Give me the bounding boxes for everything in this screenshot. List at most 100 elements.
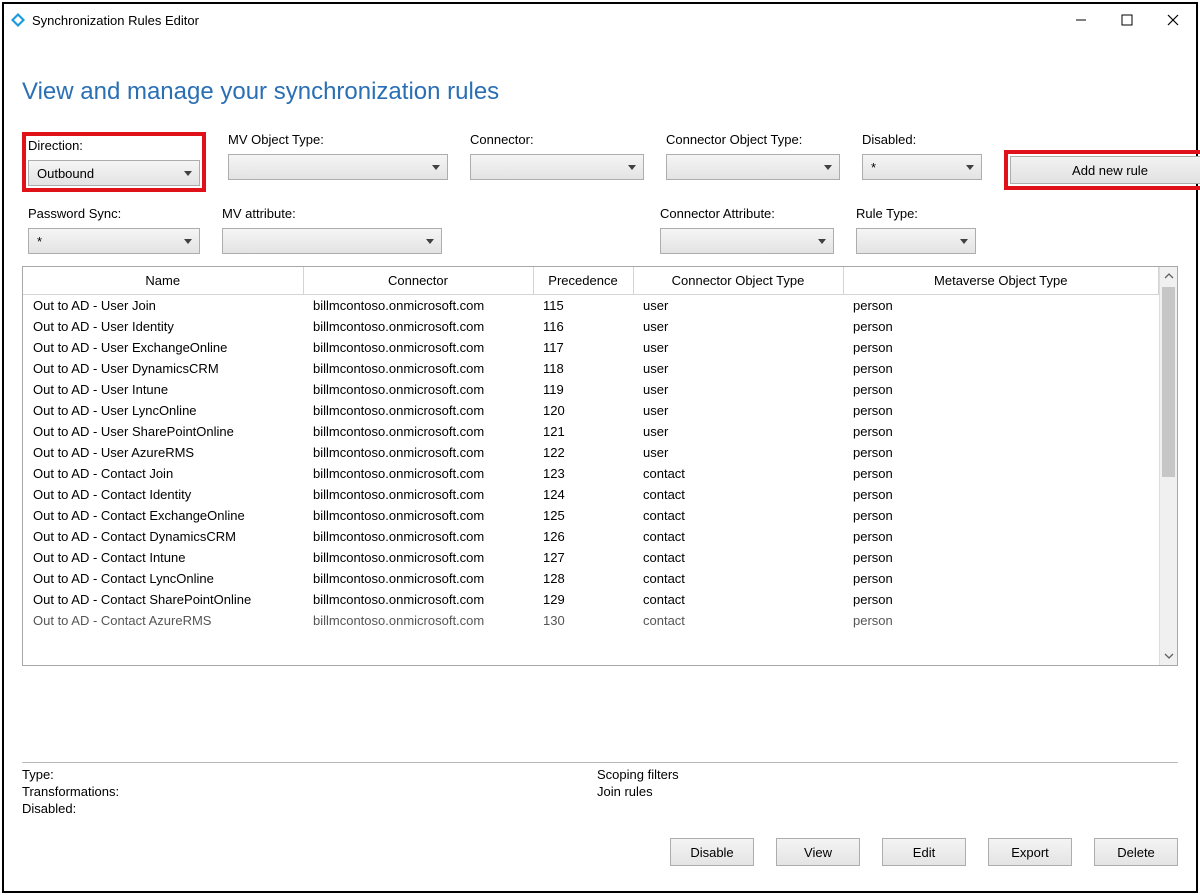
table-row[interactable]: Out to AD - User SharePointOnlinebillmco… <box>23 421 1159 442</box>
rule-type-label: Rule Type: <box>856 206 976 224</box>
cell-precedence: 117 <box>533 337 633 358</box>
cell-name: Out to AD - Contact Intune <box>23 547 303 568</box>
table-row[interactable]: Out to AD - Contact AzureRMSbillmcontoso… <box>23 610 1159 631</box>
delete-button[interactable]: Delete <box>1094 838 1178 866</box>
titlebar: Synchronization Rules Editor <box>4 4 1196 36</box>
detail-type-label: Type: <box>22 767 597 782</box>
filter-row-1: Direction: Outbound MV Object Type: Conn… <box>22 132 1178 192</box>
table-row[interactable]: Out to AD - User AzureRMSbillmcontoso.on… <box>23 442 1159 463</box>
cell-name: Out to AD - Contact LyncOnline <box>23 568 303 589</box>
mv-attribute-dropdown[interactable] <box>222 228 442 254</box>
connector-attribute-dropdown[interactable] <box>660 228 834 254</box>
cell-name: Out to AD - User DynamicsCRM <box>23 358 303 379</box>
disabled-label: Disabled: <box>862 132 982 150</box>
password-sync-value: * <box>37 234 42 249</box>
mv-attribute-label: MV attribute: <box>222 206 442 224</box>
cell-mot: person <box>843 568 1159 589</box>
direction-value: Outbound <box>37 166 94 181</box>
cell-precedence: 124 <box>533 484 633 505</box>
table-row[interactable]: Out to AD - Contact Joinbillmcontoso.onm… <box>23 463 1159 484</box>
add-new-rule-button[interactable]: Add new rule <box>1010 156 1200 184</box>
cell-precedence: 121 <box>533 421 633 442</box>
col-precedence[interactable]: Precedence <box>533 267 633 295</box>
cell-connector: billmcontoso.onmicrosoft.com <box>303 358 533 379</box>
minimize-button[interactable] <box>1058 4 1104 36</box>
cell-name: Out to AD - User AzureRMS <box>23 442 303 463</box>
cell-connector: billmcontoso.onmicrosoft.com <box>303 316 533 337</box>
table-row[interactable]: Out to AD - Contact ExchangeOnlinebillmc… <box>23 505 1159 526</box>
cell-cot: contact <box>633 547 843 568</box>
cell-mot: person <box>843 484 1159 505</box>
cell-name: Out to AD - Contact SharePointOnline <box>23 589 303 610</box>
cell-connector: billmcontoso.onmicrosoft.com <box>303 505 533 526</box>
cell-mot: person <box>843 589 1159 610</box>
highlight-direction: Direction: Outbound <box>22 132 206 192</box>
cell-connector: billmcontoso.onmicrosoft.com <box>303 421 533 442</box>
table-row[interactable]: Out to AD - User Joinbillmcontoso.onmicr… <box>23 295 1159 317</box>
scroll-thumb[interactable] <box>1162 287 1175 477</box>
table-header-row: Name Connector Precedence Connector Obje… <box>23 267 1159 295</box>
table-row[interactable]: Out to AD - Contact LyncOnlinebillmconto… <box>23 568 1159 589</box>
cell-cot: contact <box>633 484 843 505</box>
table-row[interactable]: Out to AD - Contact DynamicsCRMbillmcont… <box>23 526 1159 547</box>
mv-object-type-label: MV Object Type: <box>228 132 448 150</box>
connector-label: Connector: <box>470 132 644 150</box>
col-name[interactable]: Name <box>23 267 303 295</box>
direction-dropdown[interactable]: Outbound <box>28 160 200 186</box>
close-button[interactable] <box>1150 4 1196 36</box>
rules-table[interactable]: Name Connector Precedence Connector Obje… <box>23 267 1159 631</box>
connector-object-type-dropdown[interactable] <box>666 154 840 180</box>
table-row[interactable]: Out to AD - Contact Intunebillmcontoso.o… <box>23 547 1159 568</box>
detail-joinrules-label: Join rules <box>597 784 679 799</box>
table-row[interactable]: Out to AD - Contact Identitybillmcontoso… <box>23 484 1159 505</box>
cell-name: Out to AD - User LyncOnline <box>23 400 303 421</box>
table-row[interactable]: Out to AD - Contact SharePointOnlinebill… <box>23 589 1159 610</box>
table-row[interactable]: Out to AD - User ExchangeOnlinebillmcont… <box>23 337 1159 358</box>
cell-connector: billmcontoso.onmicrosoft.com <box>303 295 533 317</box>
connector-dropdown[interactable] <box>470 154 644 180</box>
detail-scoping-label: Scoping filters <box>597 767 679 782</box>
cell-name: Out to AD - User SharePointOnline <box>23 421 303 442</box>
cell-connector: billmcontoso.onmicrosoft.com <box>303 547 533 568</box>
content-area: View and manage your synchronization rul… <box>4 36 1196 254</box>
app-icon <box>10 12 26 28</box>
password-sync-dropdown[interactable]: * <box>28 228 200 254</box>
export-button[interactable]: Export <box>988 838 1072 866</box>
cell-connector: billmcontoso.onmicrosoft.com <box>303 442 533 463</box>
app-window: Synchronization Rules Editor View and ma… <box>2 2 1198 893</box>
rules-table-container: Name Connector Precedence Connector Obje… <box>22 266 1178 666</box>
vertical-scrollbar[interactable] <box>1159 267 1177 665</box>
cell-precedence: 125 <box>533 505 633 526</box>
scroll-up-icon[interactable] <box>1160 267 1177 285</box>
table-row[interactable]: Out to AD - User LyncOnlinebillmcontoso.… <box>23 400 1159 421</box>
edit-button[interactable]: Edit <box>882 838 966 866</box>
rule-type-dropdown[interactable] <box>856 228 976 254</box>
cell-connector: billmcontoso.onmicrosoft.com <box>303 610 533 631</box>
cell-cot: contact <box>633 568 843 589</box>
cell-precedence: 129 <box>533 589 633 610</box>
disabled-dropdown[interactable]: * <box>862 154 982 180</box>
view-button[interactable]: View <box>776 838 860 866</box>
disabled-value: * <box>871 160 876 175</box>
cell-precedence: 126 <box>533 526 633 547</box>
cell-connector: billmcontoso.onmicrosoft.com <box>303 589 533 610</box>
col-connector[interactable]: Connector <box>303 267 533 295</box>
scroll-down-icon[interactable] <box>1160 647 1177 665</box>
details-panel: Type: Transformations: Disabled: Scoping… <box>22 762 1178 816</box>
cell-connector: billmcontoso.onmicrosoft.com <box>303 337 533 358</box>
col-metaverse-object-type[interactable]: Metaverse Object Type <box>843 267 1159 295</box>
cell-connector: billmcontoso.onmicrosoft.com <box>303 526 533 547</box>
table-row[interactable]: Out to AD - User Identitybillmcontoso.on… <box>23 316 1159 337</box>
mv-object-type-dropdown[interactable] <box>228 154 448 180</box>
cell-mot: person <box>843 358 1159 379</box>
maximize-button[interactable] <box>1104 4 1150 36</box>
cell-name: Out to AD - Contact Identity <box>23 484 303 505</box>
action-row: Disable View Edit Export Delete <box>22 838 1178 866</box>
table-row[interactable]: Out to AD - User DynamicsCRMbillmcontoso… <box>23 358 1159 379</box>
disable-button[interactable]: Disable <box>670 838 754 866</box>
cell-precedence: 127 <box>533 547 633 568</box>
cell-cot: contact <box>633 610 843 631</box>
table-row[interactable]: Out to AD - User Intunebillmcontoso.onmi… <box>23 379 1159 400</box>
cell-precedence: 128 <box>533 568 633 589</box>
col-connector-object-type[interactable]: Connector Object Type <box>633 267 843 295</box>
